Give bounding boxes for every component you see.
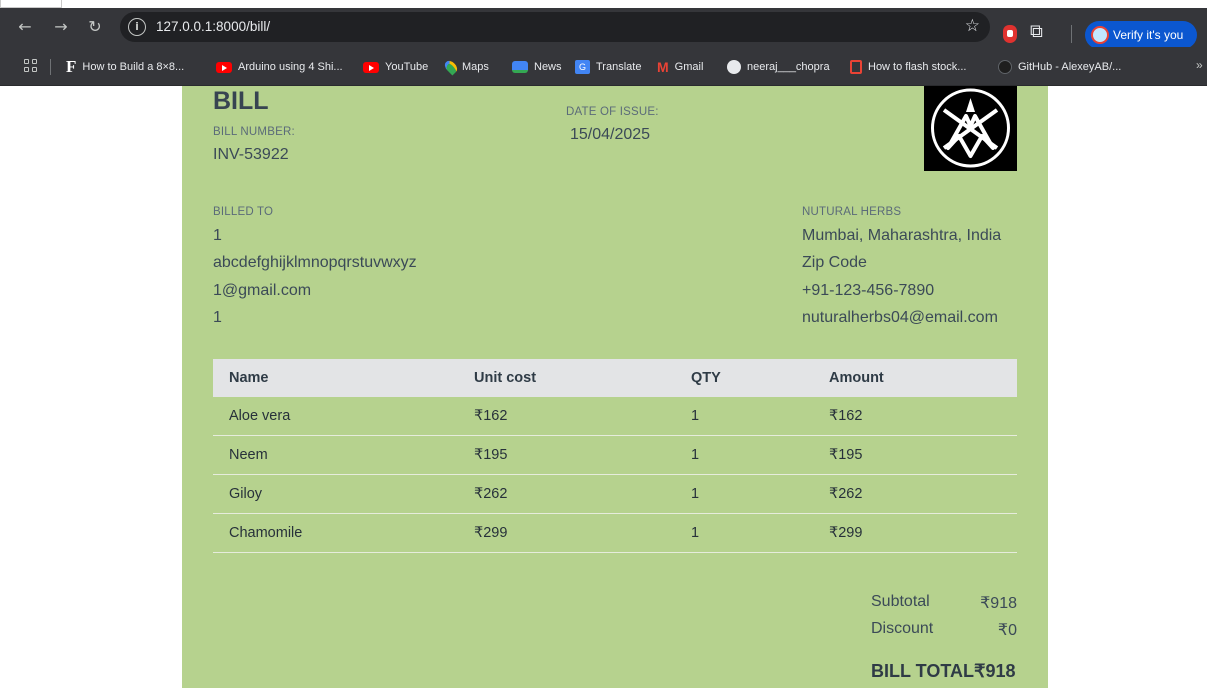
company-address: Mumbai, Maharashtra, India [802, 227, 1002, 244]
apps-grid-icon[interactable] [24, 59, 38, 73]
billed-to-label: BILLED TO [213, 206, 274, 218]
column-header-qty: QTY [691, 370, 721, 386]
profile-button-label: Verify it's you [1113, 28, 1184, 42]
item-name: Neem [229, 447, 268, 463]
issue-date: 15/04/2025 [570, 126, 651, 143]
f-icon: F [66, 57, 77, 77]
item-name: Aloe vera [229, 408, 291, 424]
billed-to-line: 1 [213, 227, 222, 244]
item-amount: ₹162 [829, 408, 863, 424]
table-row: Neem ₹195 1 ₹195 [213, 436, 1017, 475]
maps-icon [442, 58, 460, 76]
table-row: Giloy ₹262 1 ₹262 [213, 475, 1017, 514]
bookmark-icon [850, 60, 862, 75]
browser-toolbar: ← → ↻ i 127.0.0.1:8000/bill/ ☆ ⧉ Verify … [0, 8, 1207, 49]
date-label: DATE OF ISSUE: [566, 106, 659, 118]
bookmark-item[interactable]: How to flash stock... [850, 58, 966, 76]
forward-arrow-icon[interactable]: → [50, 16, 72, 38]
bookmark-item[interactable]: GitHub - AlexeyAB/... [998, 58, 1121, 76]
items-table: Name Unit cost QTY Amount Aloe vera ₹162… [213, 359, 1017, 553]
table-header: Name Unit cost QTY Amount [213, 359, 1017, 397]
item-name: Giloy [229, 486, 263, 502]
item-unit-cost: ₹195 [474, 447, 508, 463]
company-phone: +91-123-456-7890 [802, 282, 935, 299]
item-name: Chamomile [229, 525, 303, 541]
youtube-icon [216, 61, 232, 73]
company-logo [924, 86, 1017, 171]
subtotal-label: Subtotal [871, 593, 930, 610]
extension-shield-icon[interactable] [1003, 25, 1017, 43]
company-name: NUTURAL HERBS [802, 206, 902, 218]
item-unit-cost: ₹262 [474, 486, 508, 502]
bill-number: INV-53922 [213, 146, 289, 163]
item-amount: ₹262 [829, 486, 863, 502]
back-arrow-icon[interactable]: ← [14, 16, 36, 38]
discount-value: ₹0 [997, 622, 1017, 639]
bookmark-item[interactable]: M Gmail [657, 58, 703, 76]
bookmark-item[interactable]: YouTube [363, 58, 428, 76]
item-amount: ₹195 [829, 447, 863, 463]
bookmark-item[interactable]: News [512, 58, 562, 76]
logo-emblem-icon [931, 88, 1010, 168]
toolbar-divider [1071, 25, 1072, 43]
item-qty: 1 [691, 408, 700, 424]
bill-title: BILL [213, 87, 269, 115]
item-amount: ₹299 [829, 525, 863, 541]
translate-icon: G [575, 60, 590, 75]
more-bookmarks-icon[interactable]: » [1196, 58, 1203, 72]
github-icon [998, 60, 1012, 75]
extensions-puzzle-icon[interactable]: ⧉ [1030, 21, 1043, 42]
billed-to-line: abcdefghijklmnopqrstuvwxyz [213, 254, 417, 271]
item-qty: 1 [691, 525, 700, 541]
site-info-icon[interactable]: i [128, 18, 146, 36]
bookmark-item[interactable]: F How to Build a 8×8... [66, 58, 184, 76]
bill-total: BILL TOTAL₹918 [871, 661, 1015, 682]
bookmark-item[interactable]: neeraj___chopra [727, 58, 830, 76]
item-qty: 1 [691, 486, 700, 502]
column-header-unit-cost: Unit cost [474, 370, 537, 386]
bookmark-star-icon[interactable]: ☆ [965, 16, 980, 36]
bookmarks-divider [50, 59, 51, 75]
bookmarks-bar: F How to Build a 8×8... Arduino using 4 S… [0, 47, 1207, 86]
bookmark-item[interactable]: Maps [442, 58, 489, 76]
billed-to-line: 1@gmail.com [213, 282, 312, 299]
company-zip: Zip Code [802, 254, 867, 271]
globe-icon [727, 60, 741, 75]
gmail-icon: M [657, 59, 669, 76]
news-icon [512, 61, 528, 74]
bill-total-value: ₹918 [974, 661, 1016, 681]
column-header-name: Name [229, 370, 269, 386]
company-email: nuturalherbs04@email.com [802, 309, 998, 326]
bookmark-item[interactable]: G Translate [575, 58, 641, 76]
item-unit-cost: ₹299 [474, 525, 508, 541]
discount-label: Discount [871, 620, 934, 637]
bill-number-label: BILL NUMBER: [213, 126, 295, 138]
bookmark-item[interactable]: Arduino using 4 Shi... [216, 58, 343, 76]
subtotal-value: ₹918 [980, 595, 1017, 612]
item-unit-cost: ₹162 [474, 408, 508, 424]
avatar [1091, 26, 1109, 44]
column-header-amount: Amount [829, 370, 884, 386]
url-text[interactable]: 127.0.0.1:8000/bill/ [156, 19, 270, 34]
address-bar[interactable]: i 127.0.0.1:8000/bill/ ☆ [120, 12, 990, 42]
table-row: Aloe vera ₹162 1 ₹162 [213, 397, 1017, 436]
browser-tab[interactable] [0, 0, 62, 8]
profile-button[interactable]: Verify it's you [1085, 21, 1197, 49]
bill-card: BILL BILL NUMBER: INV-53922 DATE OF ISSU… [182, 86, 1048, 688]
billed-to-line: 1 [213, 309, 222, 326]
page-content: BILL BILL NUMBER: INV-53922 DATE OF ISSU… [0, 86, 1207, 688]
youtube-icon [363, 61, 379, 73]
table-row: Chamomile ₹299 1 ₹299 [213, 514, 1017, 553]
bill-total-label: BILL TOTAL [871, 661, 974, 681]
reload-icon[interactable]: ↻ [84, 16, 106, 38]
item-qty: 1 [691, 447, 700, 463]
